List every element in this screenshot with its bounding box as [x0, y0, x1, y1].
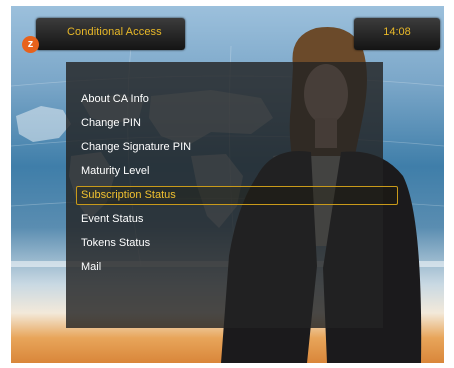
menu-item-maturity-level[interactable]: Maturity Level — [79, 162, 397, 181]
menu-item-mail[interactable]: Mail — [79, 258, 397, 277]
menu-item-about-ca-info[interactable]: About CA Info — [79, 90, 397, 109]
menu-item-change-signature-pin[interactable]: Change Signature PIN — [79, 138, 397, 157]
tv-screen: Conditional Access z 14:08 About CA Info… — [11, 6, 444, 363]
menu-item-change-pin[interactable]: Change PIN — [79, 114, 397, 133]
menu-item-tokens-status[interactable]: Tokens Status — [79, 234, 397, 253]
menu-title: Conditional Access — [67, 26, 162, 38]
conditional-access-menu: About CA Info Change PIN Change Signatur… — [66, 62, 398, 328]
menu-title-bar: Conditional Access — [36, 18, 185, 50]
menu-item-subscription-status[interactable]: Subscription Status — [76, 186, 398, 205]
channel-logo-icon: z — [22, 36, 39, 53]
clock-time: 14:08 — [383, 26, 411, 38]
menu-item-event-status[interactable]: Event Status — [79, 210, 397, 229]
clock-display: 14:08 — [354, 18, 440, 50]
